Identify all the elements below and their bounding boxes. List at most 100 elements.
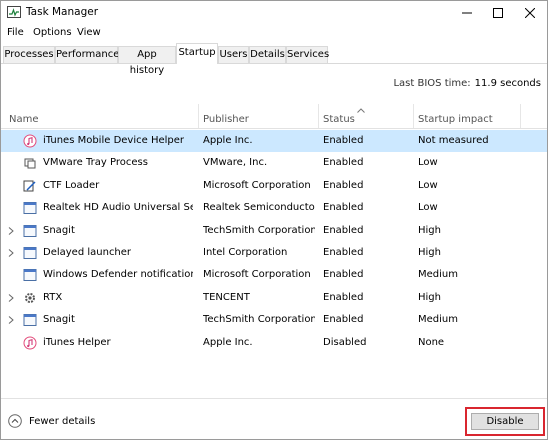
menu-bar: File Options View [1,25,547,42]
chevron-right-icon[interactable] [7,293,15,303]
table-row[interactable]: CTF Loader Microsoft Corporation Enabled Lo… [1,175,547,197]
row-startup-impact: Low [418,157,438,169]
tab-details[interactable]: Details [249,46,286,63]
maximize-button[interactable] [482,1,514,25]
row-status: Disabled [323,336,367,348]
row-startup-impact: None [418,336,445,348]
row-publisher: TechSmith Corporation [203,224,315,236]
row-status: Enabled [323,314,364,326]
row-name: Realtek HD Audio Universal Service [43,202,193,214]
title-bar[interactable]: Task Manager [1,1,547,25]
row-name: Snagit [43,224,75,236]
table-row[interactable]: iTunes Mobile Device Helper Apple Inc. Ena… [1,130,547,152]
row-startup-impact: High [418,247,441,258]
app-icon [23,201,37,215]
table-row[interactable]: iTunes Helper Apple Inc. Disabled None [1,332,547,354]
vmware-icon [23,156,37,170]
tab-users[interactable]: Users [218,46,249,63]
app-icon [23,224,37,238]
chevron-right-icon[interactable] [7,315,15,325]
row-status: Enabled [323,224,364,236]
row-publisher: Apple Inc. [203,135,253,146]
row-name: Delayed launcher [43,247,132,258]
chevron-up-circle-icon[interactable] [8,414,22,428]
row-startup-impact: High [418,291,441,303]
row-publisher: Microsoft Corporation [203,269,311,281]
gear-icon [23,291,37,305]
bios-time-label: Last BIOS time: [393,78,471,89]
row-publisher: Realtek Semiconductor [203,202,315,214]
table-row[interactable]: Snagit TechSmith Corporation Enabled Medium [1,309,547,331]
column-startup-impact[interactable]: Startup impact [418,114,493,125]
column-divider[interactable] [198,104,199,128]
row-publisher: Intel Corporation [203,247,288,258]
task-manager-window: Task Manager File Options View Processes… [0,0,548,440]
tab-startup[interactable]: Startup [176,43,218,64]
menu-view[interactable]: View [77,27,101,38]
column-divider[interactable] [318,104,319,128]
disable-button[interactable]: Disable [471,413,539,430]
column-header: Name Publisher Status Startup impact [1,104,547,129]
chevron-right-icon[interactable] [7,226,15,236]
row-status: Enabled [323,269,364,281]
column-status[interactable]: Status [323,114,355,125]
menu-options[interactable]: Options [33,27,72,38]
row-startup-impact: High [418,224,441,236]
ctf-icon [23,179,37,193]
table-row[interactable]: RTX TENCENT Enabled High [1,287,547,309]
tab-processes[interactable]: Processes [3,46,55,63]
column-divider[interactable] [520,104,521,128]
tab-strip: Processes Performance App history Startu… [1,43,547,76]
tab-services[interactable]: Services [286,46,329,63]
row-name: RTX [43,291,63,303]
table-row[interactable]: VMware Tray Process VMware, Inc. Enabled Lo… [1,152,547,174]
row-startup-impact: Medium [418,269,458,281]
row-name: VMware Tray Process [43,157,148,169]
row-name: Snagit [43,314,75,326]
column-name[interactable]: Name [9,114,39,125]
window-title: Task Manager [26,6,99,18]
row-publisher: TechSmith Corporation [203,314,315,326]
row-startup-impact: Low [418,179,438,191]
row-startup-impact: Low [418,202,438,214]
row-status: Enabled [323,179,364,191]
row-publisher: Microsoft Corporation [203,179,311,191]
app-icon [23,268,37,282]
task-manager-icon [7,6,21,18]
row-name: Windows Defender notification ic... [43,269,193,281]
table-row[interactable]: Realtek HD Audio Universal Service Realte… [1,197,547,219]
row-name: iTunes Mobile Device Helper [43,135,185,146]
itunes-icon [23,336,37,350]
chevron-right-icon[interactable] [7,248,15,258]
tab-app-history[interactable]: App history [118,46,176,76]
app-icon [23,313,37,327]
row-publisher: VMware, Inc. [203,157,268,169]
table-row[interactable]: Windows Defender notification ic... Micro… [1,264,547,286]
highlight-box: Disable [465,407,545,436]
sort-up-icon [357,105,365,116]
column-divider[interactable] [413,104,414,128]
bios-time: Last BIOS time: 11.9 seconds [393,78,541,89]
row-name: iTunes Helper [43,336,111,348]
row-name: CTF Loader [43,179,100,191]
fewer-details-link[interactable]: Fewer details [29,416,95,427]
row-publisher: TENCENT [203,291,250,303]
close-button[interactable] [514,1,546,25]
tab-performance[interactable]: Performance [55,46,119,63]
minimize-button[interactable] [451,1,483,25]
row-status: Enabled [323,135,364,146]
app-icon [23,246,37,260]
bios-time-value: 11.9 seconds [474,78,541,89]
row-status: Enabled [323,157,364,169]
footer-bar: Fewer details Disable [1,398,547,439]
row-publisher: Apple Inc. [203,336,253,348]
table-row[interactable]: Snagit TechSmith Corporation Enabled High [1,220,547,242]
itunes-icon [23,134,37,148]
column-publisher[interactable]: Publisher [203,114,249,125]
table-row[interactable]: Delayed launcher Intel Corporation Enabled… [1,242,547,264]
row-status: Enabled [323,291,364,303]
row-startup-impact: Not measured [418,135,489,146]
row-status: Enabled [323,202,364,214]
row-status: Enabled [323,247,364,258]
menu-file[interactable]: File [7,27,24,38]
